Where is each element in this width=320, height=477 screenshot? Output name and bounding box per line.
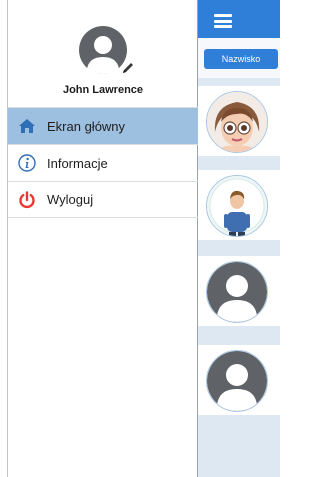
menu-item-home[interactable]: Ekran główny bbox=[8, 107, 198, 144]
girl-avatar bbox=[206, 91, 268, 153]
hamburger-menu-icon[interactable] bbox=[214, 14, 232, 28]
power-icon bbox=[18, 190, 36, 209]
user-name: John Lawrence bbox=[62, 84, 144, 96]
menu-item-info[interactable]: Informacje bbox=[8, 144, 198, 181]
filter-bar: Nazwisko bbox=[198, 38, 280, 78]
contact-card[interactable] bbox=[198, 86, 280, 156]
drawer-menu: Ekran główny Informacje Wyloguj bbox=[8, 107, 198, 218]
menu-item-label: Ekran główny bbox=[47, 118, 126, 134]
navigation-drawer: John Lawrence Ekran główny Informacje Wy… bbox=[7, 0, 198, 477]
info-icon bbox=[18, 154, 36, 172]
default-avatar bbox=[206, 350, 268, 412]
menu-item-label: Informacje bbox=[47, 155, 108, 171]
contact-card[interactable] bbox=[198, 345, 280, 415]
menu-item-label: Wyloguj bbox=[47, 192, 94, 207]
edit-pencil-icon[interactable] bbox=[120, 60, 136, 76]
contact-card[interactable] bbox=[198, 170, 280, 240]
default-avatar bbox=[206, 261, 268, 323]
user-profile-header: John Lawrence bbox=[8, 0, 198, 107]
sort-by-surname-button[interactable]: Nazwisko bbox=[204, 49, 278, 69]
man-avatar bbox=[206, 175, 268, 237]
contact-card[interactable] bbox=[198, 256, 280, 326]
app-toolbar bbox=[198, 0, 280, 38]
menu-item-logout[interactable]: Wyloguj bbox=[8, 181, 198, 218]
home-icon bbox=[18, 117, 36, 135]
main-screen: Nazwisko bbox=[198, 0, 280, 477]
